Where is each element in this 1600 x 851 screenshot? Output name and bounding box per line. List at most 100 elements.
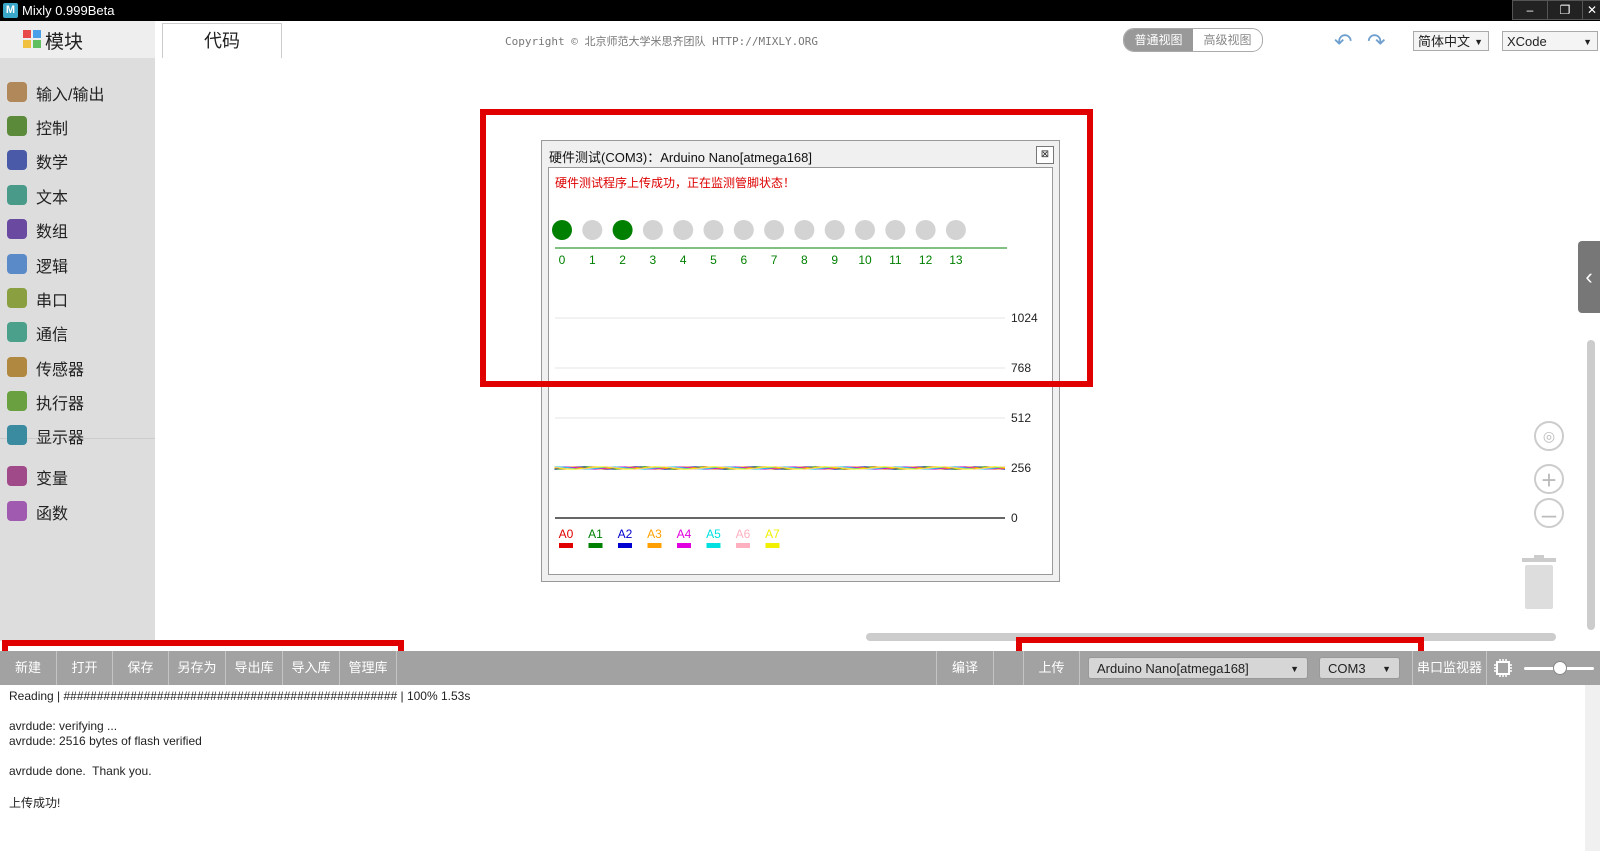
zoom-in-icon[interactable]: + bbox=[1534, 464, 1564, 494]
legend-swatch bbox=[736, 543, 750, 548]
restore-icon[interactable]: ❐ bbox=[1547, 0, 1583, 20]
legend-label: A5 bbox=[706, 527, 721, 541]
theme-select[interactable]: XCode ▼ bbox=[1502, 31, 1598, 51]
sidebar-item-label: 数组 bbox=[36, 224, 69, 241]
port-select[interactable]: COM3 ▼ bbox=[1319, 657, 1400, 679]
legend-label: A6 bbox=[736, 527, 751, 541]
highlight-box-dialog bbox=[480, 109, 1093, 387]
legend-label: A2 bbox=[618, 527, 633, 541]
minimize-icon[interactable]: – bbox=[1512, 0, 1548, 20]
undo-icon[interactable]: ↶ bbox=[1334, 29, 1352, 55]
sidebar-title: 模块 bbox=[45, 32, 84, 53]
new-button[interactable]: 新建 bbox=[0, 651, 57, 685]
manage-library-button[interactable]: 管理库 bbox=[340, 651, 397, 685]
sidebar-item[interactable]: 输入/输出 bbox=[0, 75, 155, 109]
zoom-out-icon[interactable]: – bbox=[1534, 498, 1564, 528]
sidebar-item-label: 串口 bbox=[36, 293, 69, 310]
probe-icon bbox=[7, 288, 27, 308]
console-line: Reading | ##############################… bbox=[9, 689, 471, 703]
serial-monitor-button[interactable]: 串口监视器 bbox=[1412, 651, 1487, 685]
console-line: 上传成功! bbox=[9, 796, 61, 810]
view-advanced-button[interactable]: 高级视图 bbox=[1193, 29, 1262, 51]
sidebar-item[interactable]: 数学 bbox=[0, 143, 155, 177]
title-bar: M Mixly 0.999Beta – ❐ ✕ bbox=[0, 0, 1600, 21]
legend-label: A3 bbox=[647, 527, 662, 541]
y-tick-label: 512 bbox=[1011, 411, 1031, 425]
actuator-icon bbox=[7, 391, 27, 411]
sidebar-item-label: 控制 bbox=[36, 121, 69, 138]
upload-button[interactable]: 上传 bbox=[1023, 651, 1080, 685]
sidebar-item-label: 执行器 bbox=[36, 396, 85, 413]
sidebar-item[interactable]: 传感器 bbox=[0, 350, 155, 384]
legend-label: A4 bbox=[677, 527, 692, 541]
save-button[interactable]: 保存 bbox=[113, 651, 169, 685]
save-as-button[interactable]: 另存为 bbox=[169, 651, 226, 685]
block-categories-sidebar: 模块 输入/输出控制数学文本数组逻辑串口通信传感器执行器显示器变量 函数 bbox=[0, 21, 155, 641]
sidebar-item-label: 传感器 bbox=[36, 362, 85, 379]
legend-swatch bbox=[647, 543, 662, 548]
compile-button[interactable]: 编译 bbox=[936, 651, 994, 685]
sidebar-header: 模块 bbox=[0, 21, 155, 58]
sidebar-item-label: 文本 bbox=[36, 190, 69, 207]
open-button[interactable]: 打开 bbox=[57, 651, 113, 685]
zoom-slider-handle[interactable] bbox=[1553, 661, 1567, 675]
language-value: 简体中文 bbox=[1418, 34, 1471, 49]
sidebar-item[interactable]: 串口 bbox=[0, 281, 155, 315]
console-line: avrdude done. Thank you. bbox=[9, 764, 152, 778]
gamepad-icon bbox=[7, 116, 27, 136]
collapse-panel-icon[interactable]: ‹ bbox=[1578, 241, 1600, 313]
console-line: avrdude: verifying ... bbox=[9, 719, 118, 733]
legend-swatch bbox=[677, 543, 691, 548]
trash-icon[interactable] bbox=[1520, 555, 1558, 610]
sidebar-item[interactable]: 文本 bbox=[0, 178, 155, 212]
legend-swatch bbox=[588, 543, 603, 548]
close-window-icon[interactable]: ✕ bbox=[1582, 0, 1600, 20]
chip-icon[interactable] bbox=[1493, 658, 1513, 678]
sidebar-item[interactable]: 显示器 bbox=[0, 418, 155, 452]
view-normal-button[interactable]: 普通视图 bbox=[1124, 29, 1193, 51]
function-icon bbox=[7, 501, 27, 521]
export-library-button[interactable]: 导出库 bbox=[226, 651, 283, 685]
satellite-icon bbox=[7, 322, 27, 342]
chevron-down-icon: ▼ bbox=[1474, 37, 1483, 47]
board-value: Arduino Nano[atmega168] bbox=[1097, 661, 1249, 676]
copyright-text: Copyright © 北京师范大学米思齐团队 HTTP://MIXLY.ORG bbox=[505, 35, 819, 48]
board-select[interactable]: Arduino Nano[atmega168] ▼ bbox=[1088, 657, 1308, 679]
view-toggle: 普通视图 高级视图 bbox=[1123, 28, 1263, 52]
tab-code[interactable]: 代码 bbox=[162, 23, 282, 58]
sidebar-item[interactable]: 函数 bbox=[0, 494, 155, 528]
bulb-icon bbox=[7, 254, 27, 274]
legend-swatch bbox=[706, 543, 721, 548]
sidebar-item[interactable]: 逻辑 bbox=[0, 247, 155, 281]
chevron-down-icon: ▼ bbox=[1290, 664, 1299, 674]
sidebar-item-label: 逻辑 bbox=[36, 259, 69, 276]
window-title: Mixly 0.999Beta bbox=[22, 3, 115, 18]
theme-value: XCode bbox=[1507, 34, 1547, 49]
workspace-vertical-scrollbar[interactable] bbox=[1587, 340, 1595, 630]
sidebar-item[interactable]: 执行器 bbox=[0, 384, 155, 418]
center-target-icon[interactable]: ◎ bbox=[1534, 421, 1564, 451]
app-logo-icon: M bbox=[3, 3, 18, 18]
sidebar-item[interactable]: 变量 bbox=[0, 459, 155, 493]
chevron-down-icon: ▼ bbox=[1382, 664, 1391, 674]
sidebar-item[interactable]: 数组 bbox=[0, 212, 155, 246]
variable-icon bbox=[7, 466, 27, 486]
sidebar-item-label: 显示器 bbox=[36, 430, 85, 447]
bottom-toolbar: 新建 打开 保存 另存为 导出库 导入库 管理库 编译 上传 Arduino N… bbox=[0, 651, 1600, 685]
legend-label: A0 bbox=[559, 527, 574, 541]
sidebar-item-label: 输入/输出 bbox=[36, 87, 105, 104]
sidebar-item[interactable]: 控制 bbox=[0, 109, 155, 143]
legend-label: A7 bbox=[765, 527, 780, 541]
output-console[interactable]: Reading | ##############################… bbox=[0, 685, 1585, 851]
sigma-icon bbox=[7, 150, 27, 170]
language-select[interactable]: 简体中文 ▼ bbox=[1413, 31, 1489, 51]
legend-swatch bbox=[559, 543, 573, 548]
redo-icon[interactable]: ↷ bbox=[1367, 29, 1385, 55]
import-library-button[interactable]: 导入库 bbox=[283, 651, 340, 685]
sidebar-item[interactable]: 通信 bbox=[0, 315, 155, 349]
blocks-icon bbox=[7, 219, 27, 239]
sensor-icon bbox=[7, 357, 27, 377]
y-tick-label: 0 bbox=[1011, 511, 1018, 525]
legend-swatch bbox=[618, 543, 632, 548]
console-scrollbar[interactable] bbox=[1585, 685, 1600, 851]
